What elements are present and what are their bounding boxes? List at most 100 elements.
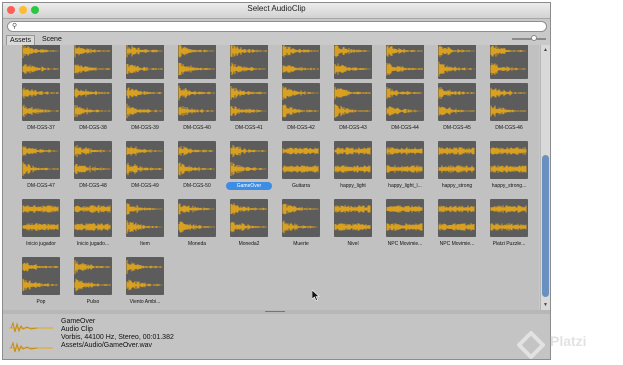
asset-item[interactable]: DM-CGS-41 [224,83,274,143]
asset-item[interactable]: happy_light [328,141,378,201]
waveform-channel [386,147,423,155]
asset-item[interactable]: DM-CGS-47 [16,141,66,201]
asset-item[interactable]: Platzi Puzzle... [484,199,534,259]
waveform-channel [386,205,423,213]
asset-item[interactable]: DM-CGS-43 [328,83,378,143]
waveform-channel [490,87,527,99]
asset-item[interactable]: Moneda [172,199,222,259]
waveform-channel [22,146,59,156]
waveform-channel [438,61,475,77]
audio-waveform-icon [22,257,60,295]
waveform-channel [126,260,163,274]
waveform-channel [178,45,215,58]
scroll-down-icon[interactable]: ▼ [541,302,550,308]
waveform-channel [74,278,111,292]
waveform-channel [334,223,371,231]
asset-item[interactable]: Nivel [328,199,378,259]
asset-item[interactable]: NPC Movimie... [432,199,482,259]
asset-item[interactable]: Moneda2 [224,199,274,259]
waveform-channel [22,205,59,213]
asset-item[interactable]: DM-CGS-50 [172,141,222,201]
waveform-channel [334,147,371,155]
tab-scene[interactable]: Scene [39,35,65,45]
asset-item[interactable]: DM-CGS-48 [68,141,118,201]
asset-item[interactable]: DM-CGS-38 [68,83,118,143]
asset-item[interactable]: Muerte [276,199,326,259]
asset-item[interactable]: Viento Ambi... [120,257,170,310]
waveform-channel [22,262,59,272]
asset-item[interactable]: Guitarra [276,141,326,201]
asset-item[interactable]: DM-CGS-42 [276,83,326,143]
asset-item[interactable]: Pulso [68,257,118,310]
waveform-channel [178,106,215,116]
audio-waveform-icon [178,141,216,179]
audio-waveform-icon [386,83,424,121]
waveform-channel [178,62,215,76]
audio-waveform-icon [9,321,53,353]
waveform-channel [230,203,267,215]
asset-item[interactable]: Pop [16,257,66,310]
waveform-channel [74,259,111,275]
audio-waveform-icon [22,45,60,79]
asset-item[interactable]: DM-CGS-39 [120,83,170,143]
waveform-channel [490,223,527,231]
asset-item[interactable]: DM-CGS-45 [432,83,482,143]
waveform-channel [438,223,475,231]
audio-waveform-icon [438,141,476,179]
asset-item[interactable]: GameOver [224,141,274,201]
audio-waveform-icon [282,199,320,237]
audio-waveform-icon [490,45,528,79]
audio-waveform-icon [22,141,60,179]
search-input[interactable]: ⚲ [7,21,547,32]
waveform-channel [22,162,59,176]
asset-item[interactable]: Item [120,199,170,259]
waveform-channel [282,147,319,155]
asset-item[interactable]: happy_strong... [484,141,534,201]
preview-clip-details: Vorbis, 44100 Hz, Stereo, 00:01.382 [61,334,174,341]
asset-item[interactable]: DM-CGS-46 [484,83,534,143]
audio-waveform-icon [126,83,164,121]
platzi-logo-icon [517,331,545,359]
asset-item[interactable]: DM-CGS-37 [16,83,66,143]
scroll-up-icon[interactable]: ▲ [541,47,550,53]
waveform-channel [438,106,475,116]
preview-panel: GameOver Audio Clip Vorbis, 44100 Hz, St… [3,314,550,359]
preview-clip-name: GameOver [61,318,96,325]
search-icon: ⚲ [12,23,18,30]
asset-item[interactable]: Inicio jugador [16,199,66,259]
tab-assets[interactable]: Assets [6,35,36,45]
waveform-channel [438,45,475,57]
vertical-scrollbar[interactable]: ▲ ▼ [540,45,550,310]
waveform-channel [126,220,163,234]
audio-waveform-icon [74,45,112,79]
waveform-channel [386,165,423,173]
waveform-channel [334,205,371,213]
scrollbar-thumb[interactable] [542,155,549,297]
waveform-channel [282,203,319,215]
zoom-slider-track[interactable] [512,38,546,40]
waveform-channel [334,86,371,100]
asset-item[interactable]: DM-CGS-49 [120,141,170,201]
audio-waveform-icon [126,257,164,295]
waveform-channel [74,205,111,213]
waveform-channel [334,63,371,75]
asset-item[interactable]: happy_strong [432,141,482,201]
asset-item[interactable]: NPC Movimie... [380,199,430,259]
asset-item[interactable]: DM-CGS-44 [380,83,430,143]
waveform-channel [490,45,527,57]
waveform-channel [178,146,215,156]
waveform-channel [22,87,59,99]
asset-item[interactable]: Inicio jugado... [68,199,118,259]
audio-waveform-icon [438,83,476,121]
waveform-channel [282,165,319,173]
asset-item[interactable]: DM-CGS-40 [172,83,222,143]
waveform-channel [230,162,267,176]
waveform-channel [126,87,163,99]
waveform-channel [386,106,423,116]
tab-bar: Assets Scene [3,35,550,45]
waveform-channel [230,144,267,158]
title-bar[interactable]: Select AudioClip [3,3,550,19]
waveform-channel [230,45,267,57]
zoom-slider-handle[interactable] [531,35,537,41]
asset-item[interactable]: happy_light_l... [380,141,430,201]
